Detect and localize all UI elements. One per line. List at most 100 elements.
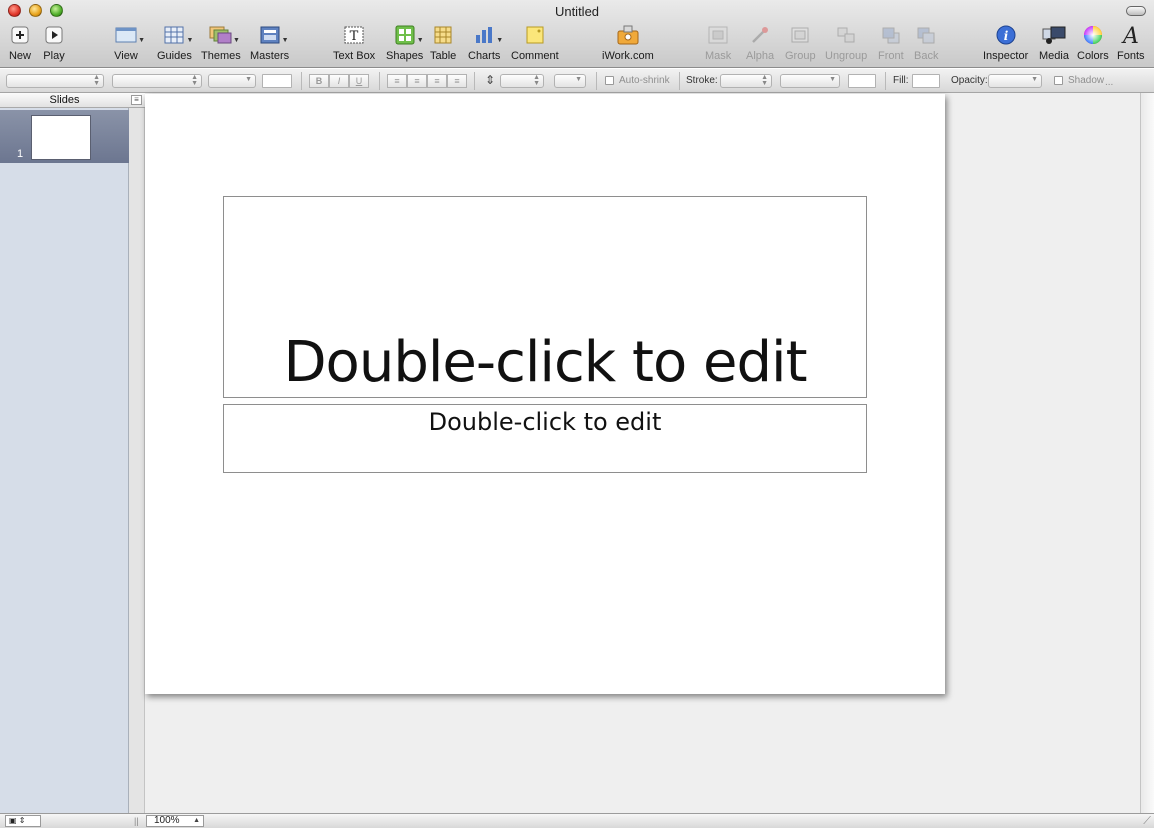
- table-button[interactable]: Table: [430, 24, 456, 62]
- title-placeholder[interactable]: Double-click to edit: [223, 196, 867, 398]
- italic-button[interactable]: I: [329, 74, 349, 88]
- opacity-label: Opacity:: [951, 75, 988, 86]
- bold-button[interactable]: B: [309, 74, 329, 88]
- new-slide-button[interactable]: New: [8, 24, 32, 62]
- chevron-down-icon: ▼: [281, 37, 289, 44]
- themes-button[interactable]: ▼ Themes: [201, 24, 241, 62]
- themes-label: Themes: [201, 50, 241, 62]
- title-placeholder-text: Double-click to edit: [283, 330, 807, 395]
- stroke-width-select[interactable]: ▼: [780, 74, 840, 88]
- group-icon: [788, 24, 812, 46]
- divider: [885, 72, 886, 90]
- play-icon: [42, 24, 66, 46]
- shapes-icon: ▼: [393, 24, 424, 46]
- zoom-value: 100%: [154, 815, 180, 826]
- splitter-grip-icon[interactable]: ||: [134, 816, 139, 826]
- slide-thumbnail-row[interactable]: 1: [0, 110, 129, 163]
- view-label: View: [114, 50, 138, 62]
- masters-label: Masters: [250, 50, 290, 62]
- back-label: Back: [914, 50, 939, 62]
- slide-canvas: Double-click to edit Double-click to edi…: [145, 93, 1140, 813]
- comment-note-icon: [523, 24, 547, 46]
- alpha-label: Alpha: [746, 50, 775, 62]
- stepper-icon: ▲▼: [193, 817, 200, 828]
- ungroup-button[interactable]: Ungroup: [825, 24, 867, 62]
- opacity-select[interactable]: ▼: [988, 74, 1042, 88]
- font-a-icon: A: [1119, 24, 1143, 46]
- overflow-menu[interactable]: ...: [1105, 77, 1113, 88]
- chevron-down-icon: ▼: [186, 37, 194, 44]
- iwork-share-button[interactable]: iWork.com: [602, 24, 654, 62]
- charts-label: Charts: [468, 50, 501, 62]
- stroke-color-well[interactable]: [848, 74, 876, 88]
- chevron-down-icon: ▼: [416, 37, 424, 44]
- align-right-button[interactable]: ≡: [427, 74, 447, 88]
- divider: [379, 72, 380, 90]
- ungroup-label: Ungroup: [825, 50, 868, 62]
- paragraph-style-select[interactable]: ▲ ▼: [6, 74, 104, 88]
- shapes-button[interactable]: ▼ Shapes: [386, 24, 424, 62]
- fill-label: Fill:: [893, 75, 909, 86]
- slide[interactable]: Double-click to edit Double-click to edi…: [145, 94, 945, 694]
- font-family-select[interactable]: ▲ ▼: [112, 74, 202, 88]
- media-button[interactable]: Media: [1039, 24, 1069, 62]
- plus-icon: [8, 24, 32, 46]
- iwork-label: iWork.com: [602, 50, 654, 62]
- fill-color-well[interactable]: [912, 74, 940, 88]
- columns-select[interactable]: ▼: [554, 74, 586, 88]
- shadow-label: Shadow: [1068, 75, 1105, 86]
- divider: [679, 72, 680, 90]
- text-box-button[interactable]: T Text Box: [333, 24, 375, 62]
- alpha-button[interactable]: Alpha: [746, 24, 774, 62]
- line-spacing-select[interactable]: ▲ ▼: [500, 74, 544, 88]
- navigator-view-menu[interactable]: ▣ ⇕: [5, 815, 41, 827]
- subtitle-placeholder[interactable]: Double-click to edit: [223, 404, 867, 473]
- guides-button[interactable]: ▼ Guides: [157, 24, 194, 62]
- colors-button[interactable]: Colors: [1077, 24, 1109, 62]
- color-wheel-icon: [1081, 24, 1105, 46]
- stroke-label: Stroke:: [686, 75, 718, 86]
- font-size-field[interactable]: [262, 74, 292, 88]
- view-button[interactable]: ▼ View: [114, 24, 145, 62]
- bring-front-icon: [879, 24, 903, 46]
- comment-button[interactable]: Comment: [511, 24, 559, 62]
- send-back-button[interactable]: Back: [914, 24, 938, 62]
- magic-wand-icon: [748, 24, 772, 46]
- inspector-button[interactable]: i Inspector: [983, 24, 1028, 62]
- fonts-button[interactable]: A Fonts: [1117, 24, 1145, 62]
- table-icon: [431, 24, 455, 46]
- auto-shrink-checkbox[interactable]: [605, 76, 614, 85]
- masters-icon: ▼: [258, 24, 289, 46]
- zoom-select[interactable]: 100% ▲▼: [146, 815, 204, 828]
- media-label: Media: [1039, 50, 1069, 62]
- toolbar-toggle-button[interactable]: [1126, 6, 1146, 16]
- play-button[interactable]: Play: [42, 24, 66, 62]
- panel-menu-icon[interactable]: ≡: [131, 95, 142, 105]
- iwork-share-icon: [616, 24, 640, 46]
- font-typeface-select[interactable]: ▼: [208, 74, 256, 88]
- colors-label: Colors: [1077, 50, 1109, 62]
- text-box-label: Text Box: [333, 50, 376, 62]
- charts-button[interactable]: ▼ Charts: [468, 24, 503, 62]
- person-icon: ▣: [9, 816, 17, 825]
- shadow-checkbox[interactable]: [1054, 76, 1063, 85]
- vertical-scrollbar[interactable]: [1140, 93, 1154, 813]
- align-left-button[interactable]: ≡: [387, 74, 407, 88]
- bar-chart-icon: ▼: [472, 24, 503, 46]
- guides-label: Guides: [157, 50, 192, 62]
- align-center-button[interactable]: ≡: [407, 74, 427, 88]
- bring-front-button[interactable]: Front: [878, 24, 904, 62]
- slide-thumbnail[interactable]: [31, 115, 91, 160]
- stroke-style-select[interactable]: ▲ ▼: [720, 74, 772, 88]
- window-resize-grip-icon[interactable]: ⟋: [1143, 815, 1151, 828]
- mask-icon: [706, 24, 730, 46]
- panel-splitter[interactable]: [129, 108, 145, 813]
- table-label: Table: [430, 50, 457, 62]
- chevron-down-icon: ▼: [496, 37, 504, 44]
- masters-button[interactable]: ▼ Masters: [250, 24, 289, 62]
- group-button[interactable]: Group: [785, 24, 816, 62]
- mask-button[interactable]: Mask: [705, 24, 731, 62]
- comment-label: Comment: [511, 50, 559, 62]
- align-justify-button[interactable]: ≡: [447, 74, 467, 88]
- underline-button[interactable]: U: [349, 74, 369, 88]
